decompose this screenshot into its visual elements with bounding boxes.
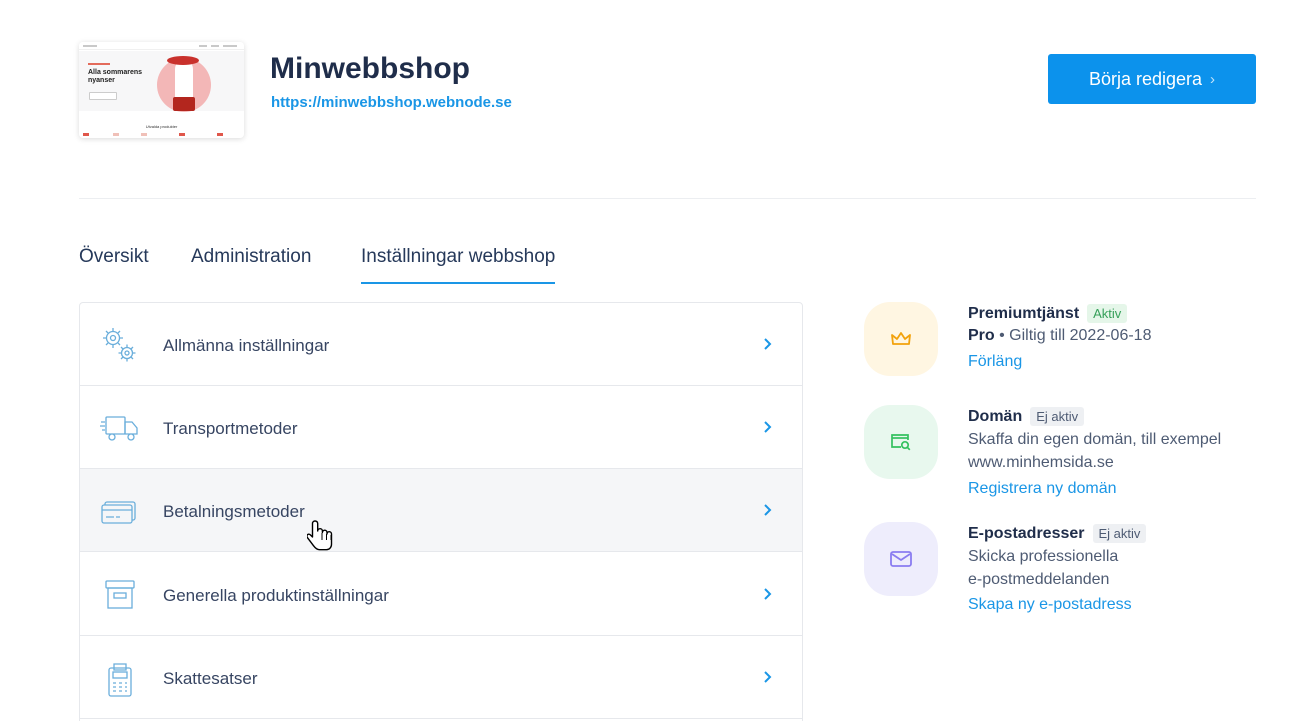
chevron-right-icon (764, 588, 772, 600)
site-thumbnail[interactable]: Alla sommarens nyanser Utvalda produkter (79, 42, 244, 138)
chevron-right-icon (764, 504, 772, 516)
domain-search-icon (891, 434, 911, 451)
thumbnail-products (83, 133, 240, 136)
settings-item-products[interactable]: Generella produktinställningar (80, 553, 802, 636)
thumbnail-accent (88, 63, 110, 65)
domain-description-line1: Skaffa din egen domän, till exempel (968, 431, 1222, 448)
tab-webshop-settings[interactable]: Inställningar webbshop (361, 246, 556, 284)
domain-title-text: Domän (968, 407, 1023, 425)
settings-item-label: Allmänna inställningar (163, 336, 330, 355)
renew-link[interactable]: Förläng (968, 353, 1022, 371)
chevron-right-icon (764, 421, 772, 433)
thumbnail-section: Utvalda produkter (145, 124, 178, 129)
chevron-right-icon (764, 338, 772, 350)
email-title: E-postadresser Ej aktiv (968, 524, 1147, 543)
thumbnail-button (89, 92, 117, 100)
thumbnail-headline: Alla sommarens nyanser (88, 69, 143, 84)
premium-plan-line: Pro • Giltig till 2022-06-18 (968, 324, 1151, 347)
thumbnail-navbar (79, 42, 244, 50)
truck-icon (100, 416, 138, 441)
settings-list: Allmänna inställningar Transportmetoder … (79, 302, 803, 721)
crown-icon (891, 332, 911, 345)
domain-card-icon (864, 405, 938, 479)
settings-item-tax[interactable]: Skattesatser (80, 636, 802, 719)
status-badge: Ej aktiv (1030, 407, 1085, 426)
settings-item-shipping[interactable]: Transportmetoder (80, 386, 802, 469)
gears-icon (103, 328, 136, 362)
start-editing-label: Börja redigera (1088, 68, 1203, 89)
site-url-link[interactable]: https://minwebbshop.webnode.se (271, 94, 512, 111)
premium-plan: Pro (968, 327, 995, 344)
email-description-line2: e-postmeddelanden (968, 571, 1110, 588)
thumbnail-hat (167, 56, 199, 65)
premium-validity: • Giltig till 2022-06-18 (994, 327, 1152, 344)
email-title-text: E-postadresser (968, 524, 1085, 542)
settings-item-label: Transportmetoder (163, 419, 298, 438)
header-divider (79, 198, 1256, 199)
settings-item-label: Betalningsmetoder (163, 502, 305, 521)
chevron-right-icon: › (1210, 70, 1216, 88)
settings-item-label: Generella produktinställningar (163, 586, 389, 605)
tab-administration[interactable]: Administration (191, 246, 311, 282)
thumbnail-skirt (173, 97, 195, 111)
status-badge: Aktiv (1087, 304, 1128, 323)
envelope-icon (890, 551, 912, 567)
chevron-right-icon (764, 671, 772, 683)
create-email-link[interactable]: Skapa ny e-postadress (968, 596, 1132, 614)
tab-overview[interactable]: Översikt (79, 246, 149, 282)
premium-title: Premiumtjänst Aktiv (968, 304, 1128, 323)
site-name: Minwebbshop (270, 52, 470, 85)
hand-cursor-icon (307, 520, 333, 551)
settings-item-payment[interactable]: Betalningsmetoder (80, 469, 802, 552)
settings-item-general[interactable]: Allmänna inställningar (80, 303, 802, 386)
premium-card-icon (864, 302, 938, 376)
box-icon (105, 580, 135, 609)
domain-description-line2: www.minhemsida.se (968, 454, 1114, 471)
domain-title: Domän Ej aktiv (968, 407, 1085, 426)
start-editing-button[interactable]: Börja redigera › (1048, 54, 1256, 104)
email-description-line1: Skicka professionella (968, 548, 1119, 565)
settings-item-label: Skattesatser (163, 669, 258, 688)
premium-title-text: Premiumtjänst (968, 304, 1080, 322)
calculator-icon (108, 663, 132, 697)
email-card-icon (864, 522, 938, 596)
credit-card-icon (101, 501, 136, 524)
register-domain-link[interactable]: Registrera ny domän (968, 480, 1117, 498)
status-badge: Ej aktiv (1092, 524, 1147, 543)
